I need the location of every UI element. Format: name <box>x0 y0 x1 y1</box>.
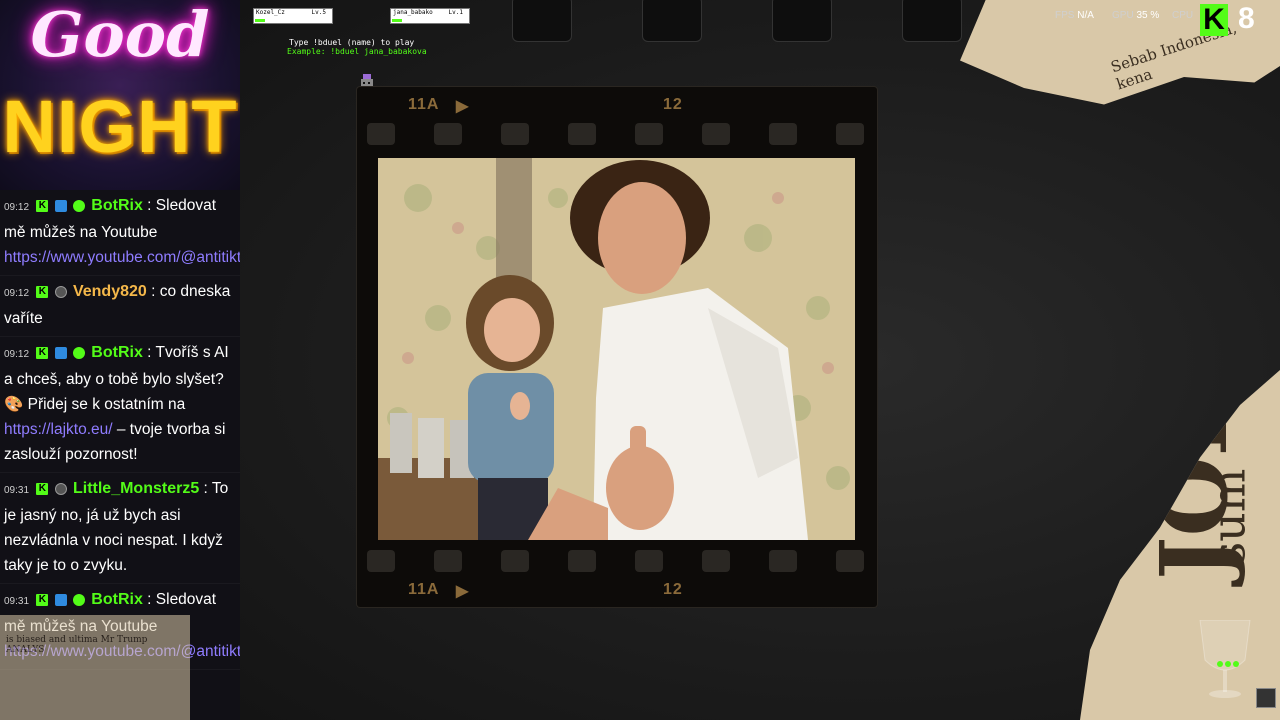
verified-icon <box>72 593 85 606</box>
chat-link[interactable]: https://lajkto.eu/ <box>4 421 113 438</box>
fps-stat: FPS N/A <box>1055 10 1094 21</box>
gpu-label: GPU <box>1112 10 1134 21</box>
chat-timestamp: 09:31 <box>4 596 30 607</box>
film-sprocket-hole <box>434 550 462 572</box>
verified-icon <box>72 199 85 212</box>
chat-username[interactable]: BotRix <box>91 344 143 361</box>
duel-instructions: Type !bduel (name) to play Example: !bdu… <box>287 38 427 56</box>
kick-logo-icon: K <box>1200 4 1228 36</box>
film-label-bottom-right: 12 <box>663 581 683 598</box>
settings-icon[interactable] <box>1256 688 1276 708</box>
chat-timestamp: 09:31 <box>4 485 30 496</box>
film-sprocket-hole <box>702 550 730 572</box>
player-name: jana_babako <box>393 9 433 16</box>
chat-link[interactable]: https://www.youtube.com/@antitiktokercz <box>4 249 240 266</box>
moderator-icon <box>54 285 67 298</box>
chat-message: 09:31 K Little_Monsterz5 : To je jasný n… <box>0 473 240 584</box>
moderator-icon <box>54 482 67 495</box>
film-sprocket-hole <box>635 123 663 145</box>
family-photo <box>378 158 855 540</box>
player-bar-2: jana_babako Lv.1 <box>390 8 470 24</box>
film-label-bottom-left: 11A <box>408 581 440 598</box>
bot-icon <box>54 346 67 359</box>
kick-icon: K <box>36 199 49 212</box>
player-level: Lv.5 <box>311 9 326 16</box>
logo-line-night: NIGHT <box>2 85 238 168</box>
kick-icon: K <box>36 482 49 495</box>
film-sprocket-hole <box>367 123 395 145</box>
chat-username[interactable]: Little_Monsterz5 <box>73 480 199 497</box>
good-night-logo: Good NIGHT <box>0 0 240 190</box>
sprocket-hole-decoration <box>902 0 962 42</box>
player-bar-1: Kozel_Cz Lv.5 <box>253 8 333 24</box>
film-sprocket-hole <box>769 550 797 572</box>
chat-timestamp: 09:12 <box>4 349 30 360</box>
duel-example-text: Example: !bduel jana_babakova <box>287 47 427 56</box>
bot-icon <box>54 199 67 212</box>
film-sprocket-hole <box>434 123 462 145</box>
bot-icon <box>54 593 67 606</box>
chat-username[interactable]: Vendy820 <box>73 283 147 300</box>
photo-illustration <box>378 158 855 540</box>
player-health-bar <box>255 19 265 22</box>
chat-message: 09:12 K BotRix : Sledovat mě můžeš na Yo… <box>0 190 240 276</box>
chat-timestamp: 09:12 <box>4 288 30 299</box>
duel-instruction-text: Type !bduel (name) to play <box>289 38 415 47</box>
newspaper-scrap-left: is biased and ultima Mr Trump ANALYS <box>0 615 190 720</box>
sprocket-hole-decoration <box>642 0 702 42</box>
fps-value: N/A <box>1077 10 1094 21</box>
logo-line-good: Good <box>30 0 210 71</box>
kick-icon: K <box>36 285 49 298</box>
newspaper-text-bottom: is biased and ultima Mr Trump ANALYS <box>6 635 148 655</box>
gpu-stat: GPU 35 % <box>1112 10 1159 21</box>
gpu-value: 35 % <box>1136 10 1160 21</box>
viewer-count: 8 <box>1238 2 1255 35</box>
chat-message: 09:12 K Vendy820 : co dneska vaříte <box>0 276 240 337</box>
wine-glass-icon <box>1199 620 1251 698</box>
left-panel: Good NIGHT 09:12 K BotRix : Sledovat mě … <box>0 0 240 720</box>
film-sprocket-hole <box>568 123 596 145</box>
sprocket-hole-decoration <box>512 0 572 42</box>
film-label-top-right: 12 <box>663 96 683 113</box>
cpu-stat: CPU <box>1172 10 1193 21</box>
film-arrow-icon: ▶ <box>456 583 470 600</box>
cpu-label: CPU <box>1172 10 1194 21</box>
player-name: Kozel_Cz <box>256 9 285 16</box>
film-sprocket-hole <box>836 123 864 145</box>
player-health-bar <box>392 19 402 22</box>
film-arrow-icon: ▶ <box>456 98 470 115</box>
player-level: Lv.1 <box>448 9 463 16</box>
film-sprocket-hole <box>501 550 529 572</box>
verified-icon <box>72 346 85 359</box>
kick-icon: K <box>36 593 49 606</box>
chat-username[interactable]: BotRix <box>91 591 143 608</box>
film-sprocket-hole <box>635 550 663 572</box>
film-sprocket-hole <box>769 123 797 145</box>
film-sprocket-hole <box>836 550 864 572</box>
kick-icon: K <box>36 346 49 359</box>
film-sprocket-hole <box>367 550 395 572</box>
film-sprocket-hole <box>568 550 596 572</box>
fps-label: FPS <box>1055 10 1075 21</box>
chat-timestamp: 09:12 <box>4 202 30 213</box>
chat-message: 09:12 K BotRix : Tvoříš s AI a chceš, ab… <box>0 337 240 473</box>
sprocket-hole-decoration <box>772 0 832 42</box>
film-sprocket-hole <box>702 123 730 145</box>
chat-username[interactable]: BotRix <box>91 197 143 214</box>
film-sprocket-hole <box>501 123 529 145</box>
film-label-top-left: 11A <box>408 96 440 113</box>
